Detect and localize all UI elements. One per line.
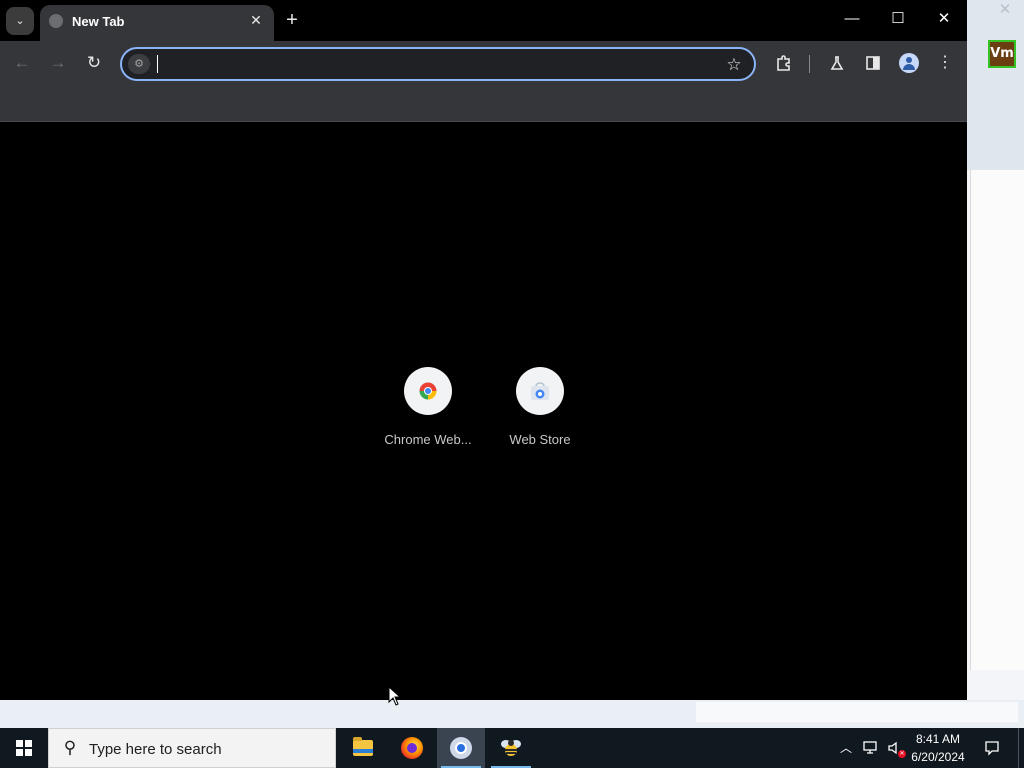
background-window-header <box>966 0 1024 170</box>
search-icon: ⚲ <box>63 738 77 757</box>
taskbar-search[interactable]: ⚲ Type here to search <box>48 728 336 768</box>
shortcut-label: Chrome Web... <box>384 432 472 447</box>
speaker-muted-icon[interactable]: ✕ <box>884 738 906 758</box>
bookmarks-bar <box>0 86 967 122</box>
tab-search-icon[interactable]: ⌄ <box>6 7 34 35</box>
chrome-icon <box>450 737 472 759</box>
puzzle-icon[interactable] <box>770 49 798 77</box>
shortcut-tile[interactable] <box>516 367 564 415</box>
close-icon[interactable]: ✕ <box>246 10 266 30</box>
globe-icon <box>49 14 63 28</box>
tab-new-tab[interactable]: New Tab ✕ <box>40 5 274 41</box>
start-button[interactable] <box>0 728 48 768</box>
chevron-up-icon[interactable]: ︿ <box>836 738 856 758</box>
background-window-bottom <box>0 700 1024 728</box>
background-window: ✕ Vm <box>966 0 1024 700</box>
chrome-window: ⌄ New Tab ✕ + — ☐ ✕ ← → ↻ ⚙ ☆ ⋮ Chrome W… <box>0 0 967 700</box>
text-caret <box>157 55 158 73</box>
vm-badge[interactable]: Vm <box>988 40 1016 68</box>
background-close-icon[interactable]: ✕ <box>990 0 1020 20</box>
clock-date: 6/20/2024 <box>911 750 965 764</box>
network-icon[interactable] <box>860 738 882 758</box>
clock-time: 8:41 AM <box>915 732 961 746</box>
notification-icon[interactable] <box>978 736 1006 760</box>
maximize-icon[interactable]: ☐ <box>875 4 921 34</box>
mouse-cursor-icon <box>388 686 400 706</box>
show-desktop-button[interactable] <box>1018 728 1024 768</box>
taskbar-file-explorer[interactable] <box>339 728 387 768</box>
web-store-icon <box>531 382 549 400</box>
windows-icon <box>16 740 32 756</box>
profile-icon[interactable] <box>895 49 923 77</box>
plus-icon[interactable]: + <box>280 8 304 32</box>
file-explorer-icon <box>353 737 373 756</box>
taskbar-chrome[interactable] <box>437 728 485 768</box>
taskbar-firefox[interactable] <box>388 728 436 768</box>
flask-icon[interactable] <box>823 49 851 77</box>
background-window-panel <box>970 170 1024 670</box>
window-close-icon[interactable]: ✕ <box>921 4 967 34</box>
side-panel-icon[interactable] <box>859 49 887 77</box>
taskbar-bee-app[interactable] <box>487 728 535 768</box>
tab-title: New Tab <box>72 14 125 29</box>
search-placeholder: Type here to search <box>89 741 222 758</box>
taskbar: ⚲ Type here to search ︿ ✕ 8:41 AM 6/20/2… <box>0 728 1024 768</box>
address-input[interactable] <box>156 53 716 75</box>
bee-app-icon <box>501 740 521 756</box>
tab-strip: ⌄ New Tab ✕ + — ☐ ✕ <box>0 0 967 41</box>
reload-icon[interactable]: ↻ <box>80 49 108 77</box>
site-info-icon[interactable]: ⚙ <box>128 54 150 74</box>
chrome-logo-icon <box>419 382 437 400</box>
address-bar[interactable]: ⚙ ☆ <box>120 47 756 81</box>
system-clock[interactable]: 8:41 AM 6/20/2024 <box>904 730 972 766</box>
shortcut-label: Web Store <box>509 432 571 447</box>
back-arrow-icon[interactable]: ← <box>8 49 36 77</box>
shortcut-tile[interactable] <box>404 367 452 415</box>
star-icon[interactable]: ☆ <box>722 53 746 77</box>
toolbar-separator <box>809 55 810 73</box>
firefox-icon <box>401 737 423 759</box>
shortcut-chrome-web-store[interactable]: Chrome Web... <box>372 367 484 457</box>
minimize-icon[interactable]: — <box>829 4 875 34</box>
forward-arrow-icon[interactable]: → <box>44 49 72 77</box>
new-tab-page: Chrome Web... Web Store <box>0 122 967 700</box>
toolbar: ← → ↻ ⚙ ☆ ⋮ <box>0 41 967 86</box>
shortcut-web-store[interactable]: Web Store <box>484 367 596 457</box>
more-vert-icon[interactable]: ⋮ <box>931 49 959 77</box>
background-window-bar <box>696 702 1018 722</box>
